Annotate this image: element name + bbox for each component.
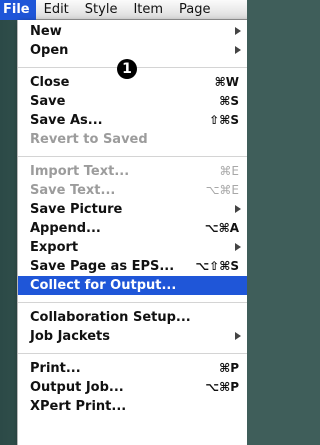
menu-item-collect-for-output[interactable]: Collect for Output... xyxy=(18,276,247,295)
menu-item-label: Close xyxy=(30,75,70,90)
submenu-arrow-icon xyxy=(235,243,241,251)
submenu-arrow-icon xyxy=(235,332,241,340)
shortcut-label: ⌘E xyxy=(219,164,239,178)
menu-item-label: Print... xyxy=(30,361,81,376)
menu-item-import-text: Import Text... ⌘E xyxy=(18,162,247,181)
menu-separator xyxy=(18,156,247,157)
menu-style[interactable]: Style xyxy=(77,0,126,20)
menu-item-revert-to-saved: Revert to Saved xyxy=(18,130,247,149)
menu-item-append[interactable]: Append... ⌥⌘A xyxy=(18,219,247,238)
menu-item-print[interactable]: Print... ⌘P xyxy=(18,359,247,378)
menu-item-export[interactable]: Export xyxy=(18,238,247,257)
menu-item-job-jackets[interactable]: Job Jackets xyxy=(18,327,247,346)
submenu-arrow-icon xyxy=(235,46,241,54)
menu-file[interactable]: File xyxy=(0,0,36,20)
menu-item-label: Save Picture xyxy=(30,202,123,217)
menu-item-label: Revert to Saved xyxy=(30,132,148,147)
shortcut-label: ⌘W xyxy=(214,75,239,89)
shortcut-label: ⌥⇧⌘S xyxy=(195,259,239,273)
menu-item-save-picture[interactable]: Save Picture xyxy=(18,200,247,219)
menu-item-output-job[interactable]: Output Job... ⌥⌘P xyxy=(18,378,247,397)
menu-item-label: New xyxy=(30,24,62,39)
menu-item[interactable]: Item xyxy=(125,0,171,20)
menu-separator xyxy=(18,302,247,303)
menu-separator xyxy=(18,353,247,354)
menu-page[interactable]: Page xyxy=(171,0,218,20)
menu-item-new[interactable]: New xyxy=(18,22,247,41)
menu-item-collaboration-setup[interactable]: Collaboration Setup... xyxy=(18,308,247,327)
menu-bar: File Edit Style Item Page xyxy=(0,0,247,20)
menu-item-label: XPert Print... xyxy=(30,399,127,414)
menu-item-label: Collaboration Setup... xyxy=(30,310,191,325)
submenu-arrow-icon xyxy=(235,27,241,35)
menu-item-open[interactable]: Open xyxy=(18,41,247,60)
menu-item-save-as[interactable]: Save As... ⇧⌘S xyxy=(18,111,247,130)
menu-item-save[interactable]: Save ⌘S xyxy=(18,92,247,111)
menu-item-label: Save Page as EPS... xyxy=(30,259,175,274)
shortcut-label: ⌘P xyxy=(219,361,239,375)
menu-item-label: Save As... xyxy=(30,113,103,128)
shortcut-label: ⌥⌘E xyxy=(205,183,239,197)
menu-item-label: Collect for Output... xyxy=(30,278,177,293)
shortcut-label: ⇧⌘S xyxy=(209,113,239,127)
menu-item-label: Import Text... xyxy=(30,164,130,179)
screen: File Edit Style Item Page New Open Close… xyxy=(0,0,247,445)
file-menu-dropdown: New Open Close ⌘W Save ⌘S Save As... ⇧⌘S… xyxy=(17,20,247,445)
menu-item-label: Export xyxy=(30,240,79,255)
menu-item-label: Job Jackets xyxy=(30,329,110,344)
shortcut-label: ⌘S xyxy=(219,94,239,108)
menu-item-save-text: Save Text... ⌥⌘E xyxy=(18,181,247,200)
menu-item-label: Save Text... xyxy=(30,183,116,198)
shortcut-label: ⌥⌘A xyxy=(204,221,239,235)
menu-item-label: Output Job... xyxy=(30,380,124,395)
shortcut-label: ⌥⌘P xyxy=(205,380,239,394)
menu-item-save-page-as-eps[interactable]: Save Page as EPS... ⌥⇧⌘S xyxy=(18,257,247,276)
menu-item-label: Append... xyxy=(30,221,101,236)
callout-number-badge: 1 xyxy=(117,59,137,79)
menu-item-label: Save xyxy=(30,94,66,109)
submenu-arrow-icon xyxy=(235,205,241,213)
menu-item-xpert-print[interactable]: XPert Print... xyxy=(18,397,247,416)
menu-edit[interactable]: Edit xyxy=(36,0,77,20)
menu-item-label: Open xyxy=(30,43,69,58)
